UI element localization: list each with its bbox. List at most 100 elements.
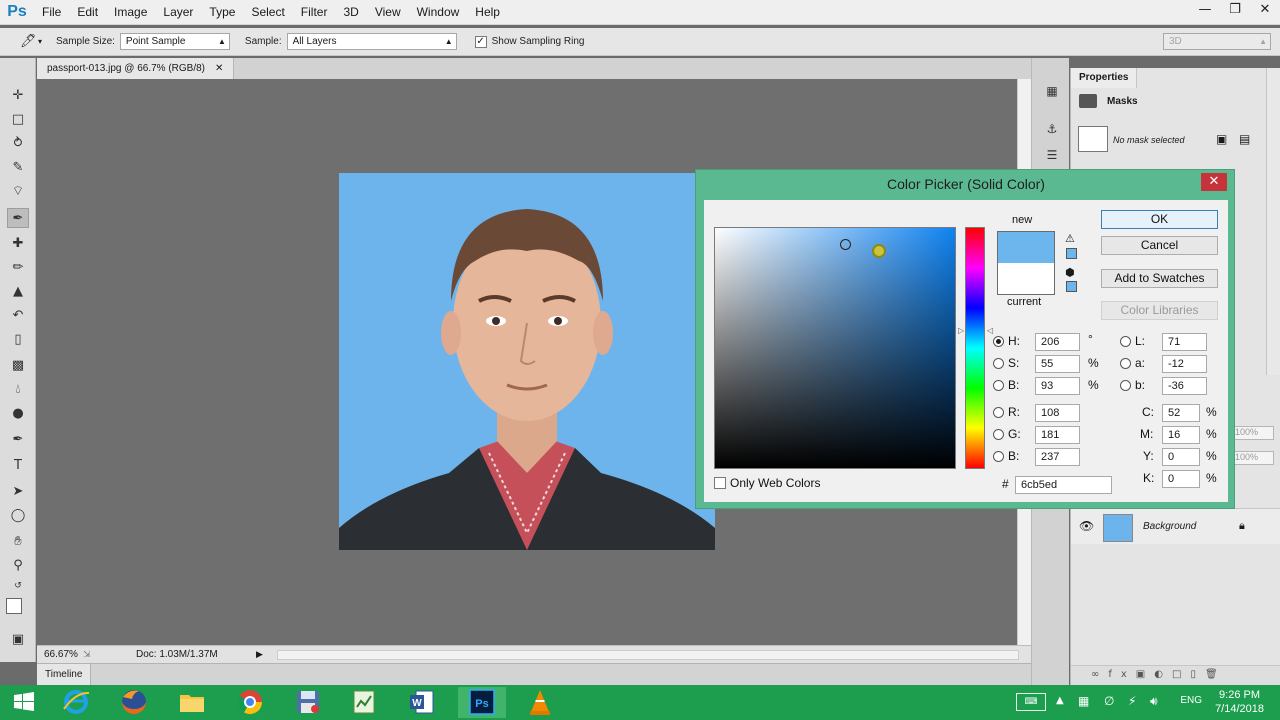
- document-image[interactable]: [339, 173, 715, 550]
- hue-slider-right-arrow-icon[interactable]: ◁: [987, 326, 993, 335]
- chrome-icon[interactable]: [226, 687, 274, 718]
- photoshop-taskbar-icon[interactable]: Ps: [458, 687, 506, 718]
- show-ring-checkbox[interactable]: ✓: [474, 35, 487, 48]
- current-color-swatch[interactable]: [998, 263, 1054, 294]
- green-radio[interactable]: [993, 429, 1004, 440]
- tray-app-icon[interactable]: ▦: [1078, 694, 1089, 708]
- restore-button[interactable]: ❐: [1220, 0, 1250, 22]
- clone-stamp-icon[interactable]: ▲: [7, 282, 29, 302]
- power-icon[interactable]: ⚡: [1128, 694, 1136, 708]
- type-tool-icon[interactable]: T: [7, 456, 29, 476]
- lab-b-radio[interactable]: [1120, 380, 1131, 391]
- lab-l-radio[interactable]: [1120, 336, 1131, 347]
- color-cursor[interactable]: [840, 239, 851, 250]
- new-group-icon[interactable]: □: [1172, 669, 1190, 680]
- close-icon[interactable]: ✕: [1201, 173, 1227, 191]
- eyedropper-tool-icon[interactable]: ✒: [7, 208, 29, 228]
- marquee-tool-icon[interactable]: □: [7, 110, 29, 130]
- lab-a-radio[interactable]: [1120, 358, 1131, 369]
- file-explorer-icon[interactable]: [168, 687, 216, 718]
- brightness-radio[interactable]: [993, 380, 1004, 391]
- path-select-icon[interactable]: ➤: [7, 482, 29, 502]
- close-tab-icon[interactable]: ✕: [215, 63, 223, 74]
- task-manager-icon[interactable]: [340, 687, 388, 718]
- sample-size-select[interactable]: Point Sample ▲︎: [119, 33, 230, 50]
- add-mask-icon[interactable]: ▣: [1136, 669, 1154, 680]
- cancel-button[interactable]: Cancel: [1101, 236, 1218, 255]
- adjustment-layer-icon[interactable]: ◐: [1154, 669, 1172, 680]
- menu-view[interactable]: View: [367, 0, 409, 25]
- ie-icon[interactable]: [52, 687, 100, 718]
- menu-edit[interactable]: Edit: [69, 0, 106, 25]
- gamut-swatch[interactable]: [1066, 248, 1077, 259]
- foreground-color-swatch[interactable]: [6, 598, 22, 614]
- menu-select[interactable]: Select: [243, 0, 292, 25]
- hue-slider[interactable]: [965, 227, 985, 469]
- properties-tab[interactable]: Properties: [1071, 68, 1138, 88]
- fill-field[interactable]: 100%: [1232, 451, 1274, 465]
- color-field[interactable]: [714, 227, 956, 469]
- workspace-select[interactable]: 3D ▲︎: [1163, 33, 1271, 50]
- lasso-tool-icon[interactable]: ⥁: [7, 134, 29, 154]
- document-tab[interactable]: passport-013.jpg @ 66.7% (RGB/8) ✕: [37, 58, 235, 79]
- share-icon[interactable]: ⇲: [83, 650, 101, 660]
- minimize-button[interactable]: —: [1190, 0, 1220, 22]
- close-button[interactable]: ✕: [1250, 0, 1280, 22]
- lab-a-input[interactable]: -12: [1162, 355, 1207, 373]
- menu-type[interactable]: Type: [201, 0, 243, 25]
- yellow-input[interactable]: 0: [1162, 448, 1200, 466]
- visibility-eye-icon[interactable]: 👁︎: [1079, 519, 1094, 533]
- tray-chevron-icon[interactable]: ▲: [1056, 695, 1064, 706]
- language-indicator[interactable]: ENG: [1180, 695, 1202, 706]
- menu-3d[interactable]: 3D: [335, 0, 366, 25]
- vlc-icon[interactable]: [516, 687, 564, 718]
- menu-layer[interactable]: Layer: [155, 0, 201, 25]
- color-libraries-button[interactable]: Color Libraries: [1101, 301, 1218, 320]
- dodge-tool-icon[interactable]: ●: [7, 404, 29, 424]
- gradient-tool-icon[interactable]: ▩: [7, 356, 29, 376]
- hue-slider-left-arrow-icon[interactable]: ▷: [958, 326, 964, 335]
- swap-colors-icon[interactable]: ↺: [7, 576, 29, 596]
- web-safe-cube-icon[interactable]: ⬢: [1065, 266, 1075, 279]
- blue-input[interactable]: 237: [1035, 448, 1080, 466]
- fx-icon[interactable]: fx: [1108, 669, 1135, 680]
- new-layer-icon[interactable]: ▯: [1190, 669, 1205, 680]
- layer-row[interactable]: 👁︎ Background 🔒︎: [1071, 508, 1280, 544]
- saturation-input[interactable]: 55: [1035, 355, 1080, 373]
- move-tool-icon[interactable]: ✛: [7, 86, 29, 106]
- hue-radio[interactable]: [993, 336, 1004, 347]
- delete-layer-icon[interactable]: 🗑︎: [1205, 669, 1227, 680]
- pixel-mask-icon[interactable]: ▣: [1216, 132, 1227, 146]
- add-to-swatches-button[interactable]: Add to Swatches: [1101, 269, 1218, 288]
- black-input[interactable]: 0: [1162, 470, 1200, 488]
- hex-input[interactable]: 6cb5ed: [1015, 476, 1112, 494]
- status-menu-arrow-icon[interactable]: ▶: [256, 650, 263, 660]
- saturation-radio[interactable]: [993, 358, 1004, 369]
- vector-mask-icon[interactable]: ▤: [1239, 132, 1250, 146]
- quick-mask-icon[interactable]: ▣: [7, 630, 29, 650]
- blue-radio[interactable]: [993, 451, 1004, 462]
- only-web-colors-checkbox[interactable]: [714, 477, 726, 489]
- save-disk-icon[interactable]: [284, 687, 332, 718]
- menu-image[interactable]: Image: [106, 0, 155, 25]
- red-input[interactable]: 108: [1035, 404, 1080, 422]
- word-icon[interactable]: W: [398, 687, 446, 718]
- opacity-field[interactable]: 100%: [1232, 426, 1274, 440]
- eraser-tool-icon[interactable]: ▯: [7, 330, 29, 350]
- zoom-tool-icon[interactable]: ⚲: [7, 556, 29, 576]
- firefox-icon[interactable]: [110, 687, 158, 718]
- hue-input[interactable]: 206: [1035, 333, 1080, 351]
- volume-icon[interactable]: 🔊︎: [1150, 694, 1158, 709]
- mask-thumbnail[interactable]: [1078, 126, 1108, 152]
- zoom-level[interactable]: 66.67%: [37, 649, 83, 660]
- menu-help[interactable]: Help: [467, 0, 508, 25]
- history-panel-icon[interactable]: ▦: [1043, 84, 1061, 100]
- gamut-warning-icon[interactable]: ⚠: [1065, 232, 1075, 245]
- timeline-tab[interactable]: Timeline: [37, 664, 92, 685]
- lab-l-input[interactable]: 71: [1162, 333, 1207, 351]
- panel-scrollbar[interactable]: [1266, 68, 1280, 375]
- link-layers-icon[interactable]: ∞: [1091, 669, 1108, 680]
- horizontal-scrollbar[interactable]: [277, 650, 1019, 660]
- healing-brush-icon[interactable]: ✚: [7, 234, 29, 254]
- lab-b-input[interactable]: -36: [1162, 377, 1207, 395]
